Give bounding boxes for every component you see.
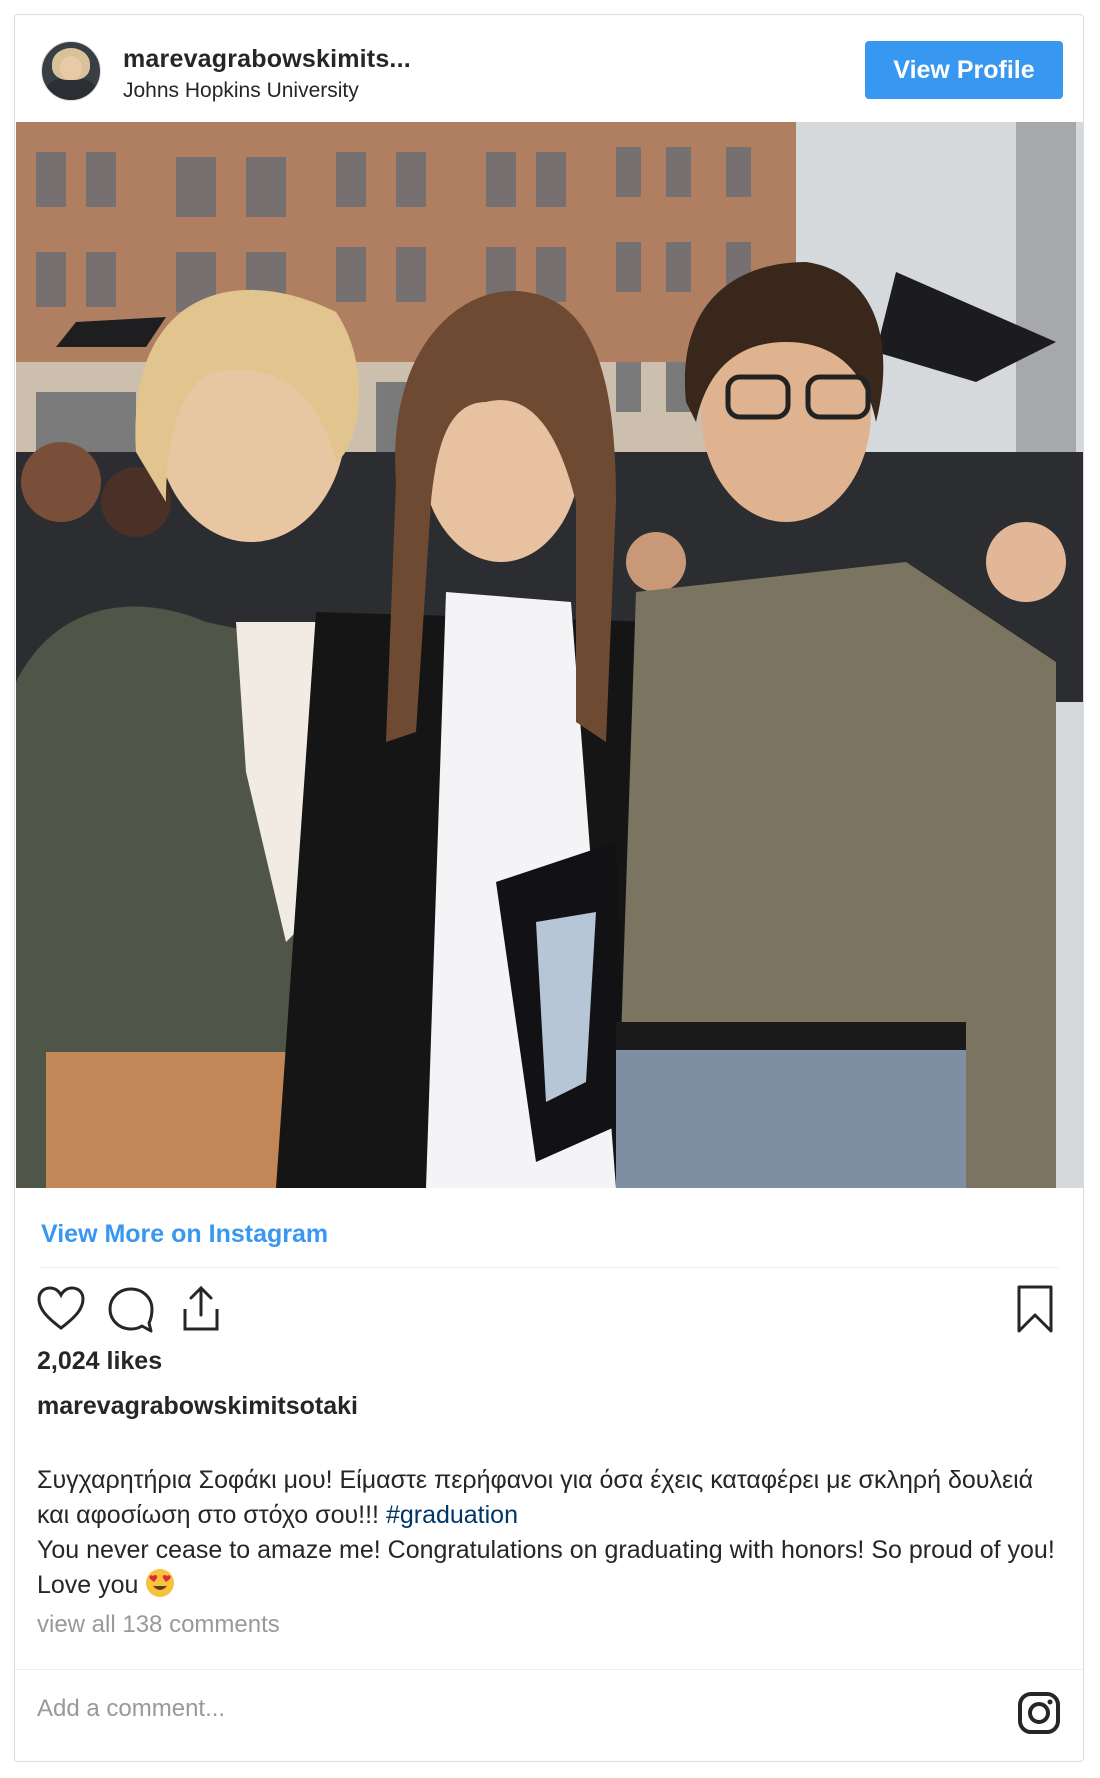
like-count[interactable]: 2,024 likes: [37, 1347, 162, 1376]
view-profile-button[interactable]: View Profile: [865, 41, 1063, 99]
action-bar: [15, 1283, 1083, 1343]
instagram-embed-card: marevagrabowskimits... Johns Hopkins Uni…: [14, 14, 1084, 1762]
avatar[interactable]: [41, 41, 101, 101]
add-comment-field[interactable]: Add a comment...: [37, 1695, 225, 1723]
caption-greek: Συγχαρητήρια Σοφάκι μου! Είμαστε περήφαν…: [37, 1466, 1034, 1529]
hashtag-link[interactable]: #graduation: [386, 1501, 518, 1529]
heart-icon[interactable]: [35, 1283, 87, 1335]
heart-eyes-emoji: [146, 1569, 175, 1597]
divider: [15, 1669, 1083, 1670]
view-all-comments-link[interactable]: view all 138 comments: [37, 1611, 280, 1639]
caption-author[interactable]: marevagrabowskimitsotaki: [37, 1392, 358, 1421]
bookmark-icon[interactable]: [1009, 1283, 1061, 1335]
username[interactable]: marevagrabowskimits...: [123, 45, 411, 74]
post-header: marevagrabowskimits... Johns Hopkins Uni…: [15, 15, 1083, 123]
divider: [41, 1267, 1059, 1268]
share-icon[interactable]: [175, 1283, 227, 1335]
post-caption: Συγχαρητήρια Σοφάκι μου! Είμαστε περήφαν…: [37, 1463, 1057, 1603]
view-more-on-instagram-link[interactable]: View More on Instagram: [41, 1220, 328, 1249]
comment-icon[interactable]: [105, 1283, 157, 1335]
location[interactable]: Johns Hopkins University: [123, 79, 359, 103]
caption-english: You never cease to amaze me! Congratulat…: [37, 1536, 1055, 1599]
instagram-icon[interactable]: [1017, 1691, 1061, 1735]
post-photo[interactable]: [16, 122, 1083, 1188]
